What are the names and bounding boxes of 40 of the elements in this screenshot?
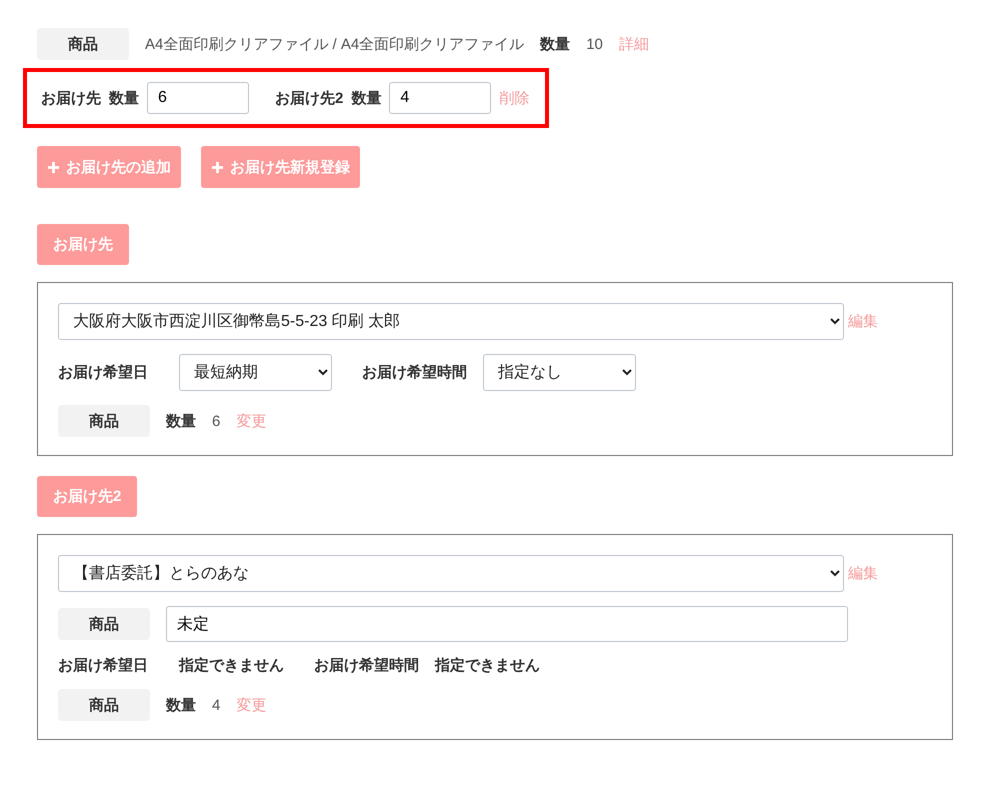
time-label: お届け希望時間 bbox=[314, 656, 419, 675]
add-button[interactable]: お届け先新規登録 bbox=[201, 146, 360, 188]
product-label: 商品 bbox=[58, 405, 150, 437]
product-label: 商品 bbox=[58, 689, 150, 721]
add-button[interactable]: お届け先の追加 bbox=[37, 146, 181, 188]
quantity-label: 数量 bbox=[351, 88, 382, 108]
address-select[interactable]: 大阪府大阪市西淀川区御幣島5-5-23 印刷 太郎 bbox=[58, 303, 844, 340]
quantity-label: 数量 bbox=[109, 88, 139, 108]
quantity-value: 4 bbox=[212, 696, 220, 714]
destination-label: お届け先2 bbox=[275, 88, 344, 108]
delete-link[interactable]: 削除 bbox=[499, 88, 530, 108]
quantity-value: 6 bbox=[212, 412, 220, 430]
quantity-value: 10 bbox=[586, 36, 603, 52]
quantity-input[interactable]: 4 bbox=[389, 82, 492, 114]
destination-tag: お届け先2 bbox=[37, 476, 138, 517]
plus-icon bbox=[47, 160, 60, 174]
quantity-label: 数量 bbox=[166, 696, 196, 714]
time-select[interactable]: 指定なし bbox=[483, 354, 636, 391]
date-label: お届け希望日 bbox=[58, 363, 149, 382]
product-input[interactable]: 未定 bbox=[166, 606, 848, 642]
address-select[interactable]: 【書店委託】とらのあな bbox=[58, 555, 844, 592]
destination-tag: お届け先 bbox=[37, 224, 129, 265]
destination-label: お届け先 bbox=[41, 88, 101, 108]
product-name: A4全面印刷クリアファイル / A4全面印刷クリアファイル bbox=[145, 34, 524, 54]
date-value: 指定できません bbox=[179, 656, 284, 675]
quantity-label: 数量 bbox=[540, 34, 570, 54]
plus-icon bbox=[211, 160, 224, 174]
time-value: 指定できません bbox=[435, 656, 540, 675]
quantity-label: 数量 bbox=[166, 412, 196, 430]
product-label: 商品 bbox=[58, 608, 150, 640]
product-label: 商品 bbox=[37, 28, 129, 60]
date-label: お届け希望日 bbox=[58, 656, 149, 675]
date-select[interactable]: 最短納期 bbox=[179, 354, 332, 391]
detail-link[interactable]: 詳細 bbox=[618, 34, 649, 54]
edit-link[interactable]: 編集 bbox=[848, 312, 878, 331]
time-label: お届け希望時間 bbox=[362, 363, 467, 382]
edit-link[interactable]: 編集 bbox=[848, 564, 878, 583]
change-link[interactable]: 変更 bbox=[236, 412, 266, 430]
change-link[interactable]: 変更 bbox=[236, 696, 266, 714]
quantity-input[interactable]: 6 bbox=[147, 82, 249, 114]
